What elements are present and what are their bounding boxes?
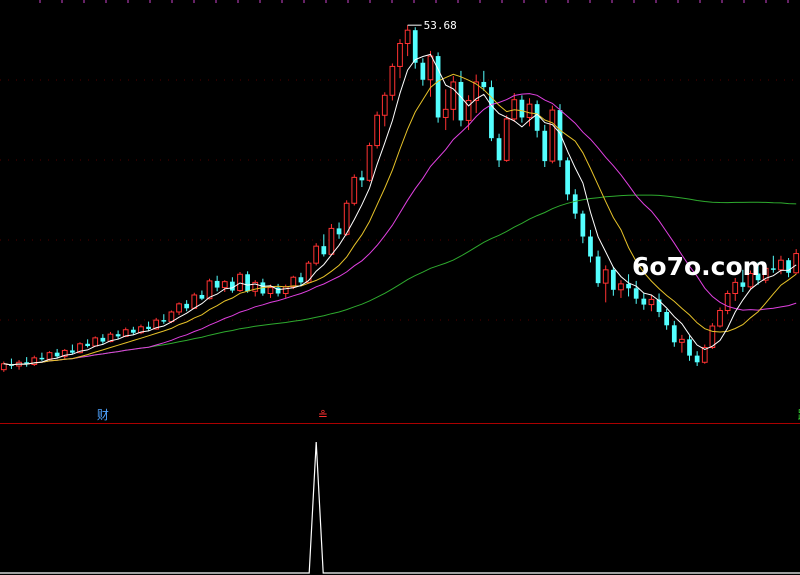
candle-body [245,274,250,292]
candle-body [305,262,312,283]
candle-body [54,352,60,357]
candle-body [70,350,75,353]
candle-body [237,273,243,292]
candle-body [694,355,700,363]
candle-body [214,280,220,288]
candle-body [389,65,396,96]
candle-body [420,62,426,80]
candle-body [374,114,381,147]
candle-body [588,236,593,257]
candle-body [671,325,677,343]
candle-body [115,334,121,337]
candle-body [130,329,136,333]
candle-body [458,81,464,121]
candle-body [580,213,586,237]
candle-body [359,177,365,181]
candle-body [412,30,418,63]
candle-body [397,43,403,67]
candle-body [709,325,716,348]
candle-body [648,298,655,306]
candle-body [92,337,99,347]
candle-body [298,277,304,283]
candle-body [351,176,358,204]
candle-body [381,94,388,116]
candle-body [664,311,670,326]
high-price-label: 53.68 [424,19,457,32]
candle-body [626,283,631,289]
candle-body [778,259,784,271]
candle-body [595,256,601,284]
candle-body [161,320,167,322]
candle-body [290,276,297,288]
candle-body [717,310,723,327]
candle-body [732,281,739,294]
candle-body [740,282,746,287]
candle-body [0,363,7,371]
candle-body [321,246,327,255]
candle-body [526,103,533,118]
candle-body [191,294,198,309]
candle-body [641,298,647,305]
candle-body [519,99,525,118]
candle-body [46,352,53,360]
candle-body [679,338,685,343]
chart-background [0,0,800,575]
candle-body [786,260,791,273]
candle-body [549,109,556,162]
candle-body [328,227,335,255]
candle-body [206,280,213,300]
candle-body [230,281,235,291]
candle-body [793,253,800,274]
candle-body [450,81,457,110]
candle-body [542,130,548,162]
candle-body [146,326,151,329]
candle-body [336,228,342,235]
candle-body [221,281,228,289]
candle-body [404,29,411,45]
candle-body [176,303,182,313]
candle-body [366,145,373,181]
candle-body [100,337,106,342]
candle-body [442,108,449,118]
candle-body [503,118,510,161]
candle-body [39,357,45,360]
candle-body [496,138,502,161]
candle-body [633,288,639,299]
candle-body [770,268,776,270]
candle-body [427,55,434,81]
watermark: 6o7o.com [632,252,769,281]
candle-body [168,311,175,323]
candle-body [618,283,624,291]
candle-body [610,269,616,290]
candle-body [481,81,487,88]
candle-body [724,292,731,312]
candle-body [565,160,570,195]
candle-body [572,194,578,214]
candle-body [199,294,205,299]
candle-body [557,110,563,161]
candle-body [313,245,320,264]
candle-body [85,343,90,347]
candle-body [602,269,609,284]
candle-body [184,303,190,309]
candle-body [282,286,289,294]
event-tag: ≗ [318,408,328,422]
candle-body [534,104,540,131]
candle-body [489,87,494,139]
candle-body [267,287,274,294]
event-tag: 财 [97,408,109,422]
stock-chart[interactable]: 53.68 6o7o.com 财≗跌涨榜 [0,0,800,575]
candle-body [687,339,692,356]
